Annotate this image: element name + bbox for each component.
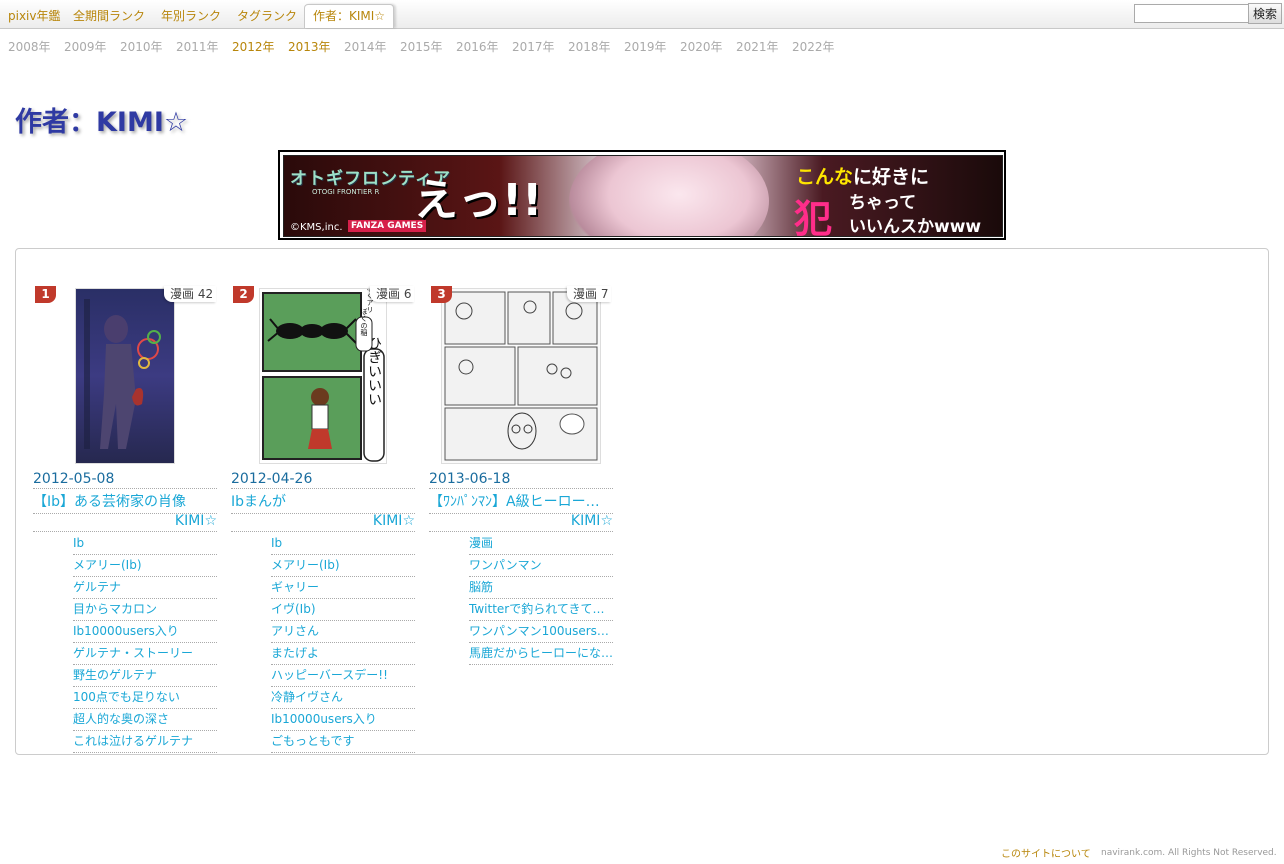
tag-item[interactable]: イヴ(Ib) [271, 600, 415, 621]
banner-copy-line1-b: に好きに [853, 166, 930, 188]
tag-item[interactable]: 馬鹿だからヒーローにな… [469, 644, 613, 665]
work-date: 2012-04-26 [231, 471, 415, 489]
rank-badge: 2 [233, 286, 254, 303]
tag-item[interactable]: Ib10000users入り [73, 622, 217, 643]
year-link-2013[interactable]: 2013年 [288, 38, 331, 55]
banner-copyright: ©KMS,inc. [290, 222, 343, 233]
tab-author-kimi[interactable]: 作者：KIMI☆ [304, 4, 395, 28]
work-thumbnail-1[interactable] [75, 288, 175, 464]
year-link-2015[interactable]: 2015年 [400, 38, 443, 55]
banner-copy-line3: いいんスかwww [849, 217, 982, 237]
tag-item[interactable]: ごもっともです [271, 732, 415, 753]
tab-all-time-ranking[interactable]: 全期間ランク [65, 5, 153, 28]
tag-item[interactable]: Twitterで釣られてきてし… [469, 600, 613, 621]
banner-game-logo-sub: OTOGI FRONTIER R [312, 188, 380, 196]
tag-item[interactable]: メアリー(Ib) [73, 556, 217, 577]
thumbnail-illustration [76, 289, 174, 463]
tab-yearly-ranking[interactable]: 年別ランク [153, 5, 229, 28]
tag-item[interactable]: 脳筋 [469, 578, 613, 599]
top-nav-bar: pixiv年鑑 全期間ランク 年別ランク タグランク 作者：KIMI☆ 検索 [0, 0, 1284, 29]
tag-item[interactable]: アリさん [271, 622, 415, 643]
year-link-2014[interactable]: 2014年 [344, 38, 387, 55]
rank-badge: 1 [35, 286, 56, 303]
search-input[interactable] [1134, 4, 1250, 23]
tab-tag-ranking[interactable]: タグランク [229, 5, 305, 28]
banner-brand: FANZA GAMES [348, 220, 427, 232]
tag-list: Ib メアリー(Ib) ゲルテナ 目からマカロン Ib10000users入り … [73, 534, 217, 754]
work-thumbnail-2[interactable]: ひぎいいい ぼくの稲 なぐアリ [259, 288, 387, 464]
category-badge: 漫画 7 [567, 286, 612, 302]
year-link-2022[interactable]: 2022年 [792, 38, 835, 55]
tab-pixiv-yearbook[interactable]: pixiv年鑑 [0, 5, 69, 28]
work-date: 2012-05-08 [33, 471, 217, 489]
banner-character-art [569, 156, 769, 236]
year-link-2012[interactable]: 2012年 [232, 38, 275, 55]
category-badge: 漫画 42 [164, 286, 217, 302]
tag-item[interactable]: メアリー(Ib) [271, 556, 415, 577]
banner-exclaim: えっ!! [414, 175, 543, 226]
year-link-2008[interactable]: 2008年 [8, 38, 51, 55]
footer-copyright: navirank.com. All Rights Not Reserved. [1101, 848, 1277, 858]
work-author[interactable]: KIMI☆ [429, 513, 613, 532]
search-button[interactable]: 検索 [1248, 3, 1282, 24]
category-badge: 漫画 6 [370, 286, 415, 302]
ad-banner-image: オトギフロンティア OTOGI FRONTIER R えっ!! ©KMS,inc… [283, 155, 1003, 237]
tag-item[interactable]: 超人的な奥の深さ [73, 710, 217, 731]
work-author[interactable]: KIMI☆ [33, 513, 217, 532]
work-title[interactable]: 【ﾜﾝﾊﾟﾝﾏﾝ】A級ヒーローと… [429, 491, 613, 514]
work-author[interactable]: KIMI☆ [231, 513, 415, 532]
tag-item[interactable]: またげよ [271, 644, 415, 665]
footer-about-link[interactable]: このサイトについて [1001, 845, 1091, 860]
rank-badge: 3 [431, 286, 452, 303]
tag-item[interactable]: 目からマカロン [73, 600, 217, 621]
year-link-2017[interactable]: 2017年 [512, 38, 555, 55]
year-link-2011[interactable]: 2011年 [176, 38, 219, 55]
tag-item[interactable]: Ib [73, 534, 217, 555]
page-title: 作者：KIMI☆ [15, 107, 189, 138]
tag-item[interactable]: ワンパンマン100users… [469, 622, 613, 643]
year-link-2021[interactable]: 2021年 [736, 38, 779, 55]
banner-copy-big-char: 犯 [794, 197, 833, 237]
tag-item[interactable]: ゲルテナ・ストーリー [73, 644, 217, 665]
banner-copy-line1: こんなに好きに [796, 162, 929, 189]
year-link-2009[interactable]: 2009年 [64, 38, 107, 55]
tag-item[interactable]: 100点でも足りない [73, 688, 217, 709]
year-link-2018[interactable]: 2018年 [568, 38, 611, 55]
year-link-2010[interactable]: 2010年 [120, 38, 163, 55]
tag-item[interactable]: ワンパンマン [469, 556, 613, 577]
work-title[interactable]: 【Ib】ある芸術家の肖像 [33, 491, 217, 514]
year-link-2016[interactable]: 2016年 [456, 38, 499, 55]
work-date: 2013-06-18 [429, 471, 613, 489]
tag-item[interactable]: ハッピーバースデー!! [271, 666, 415, 687]
tag-list: 漫画 ワンパンマン 脳筋 Twitterで釣られてきてし… ワンパンマン100u… [469, 534, 613, 666]
work-title[interactable]: Ibまんが [231, 491, 415, 514]
tag-item[interactable]: 冷静イヴさん [271, 688, 415, 709]
tag-item[interactable]: 野生のゲルテナ [73, 666, 217, 687]
tag-list: Ib メアリー(Ib) ギャリー イヴ(Ib) アリさん またげよ ハッピーバー… [271, 534, 415, 754]
banner-copy-line1-a: こんな [796, 166, 854, 188]
thumbnail-comic: ひぎいいい ぼくの稲 なぐアリ [260, 289, 386, 463]
year-link-2020[interactable]: 2020年 [680, 38, 723, 55]
year-link-2019[interactable]: 2019年 [624, 38, 667, 55]
ad-banner[interactable]: オトギフロンティア OTOGI FRONTIER R えっ!! ©KMS,inc… [278, 150, 1006, 240]
tag-item[interactable]: これは泣けるゲルテナ [73, 732, 217, 753]
tag-item[interactable]: ゲルテナ [73, 578, 217, 599]
tag-item[interactable]: Ib10000users入り [271, 710, 415, 731]
tag-item[interactable]: ギャリー [271, 578, 415, 599]
tag-item[interactable]: 漫画 [469, 534, 613, 555]
thumbnail-manga-page [442, 289, 600, 463]
work-thumbnail-3[interactable] [441, 288, 601, 464]
tag-item[interactable]: Ib [271, 534, 415, 555]
banner-copy-line2: ちゃって [849, 193, 917, 213]
